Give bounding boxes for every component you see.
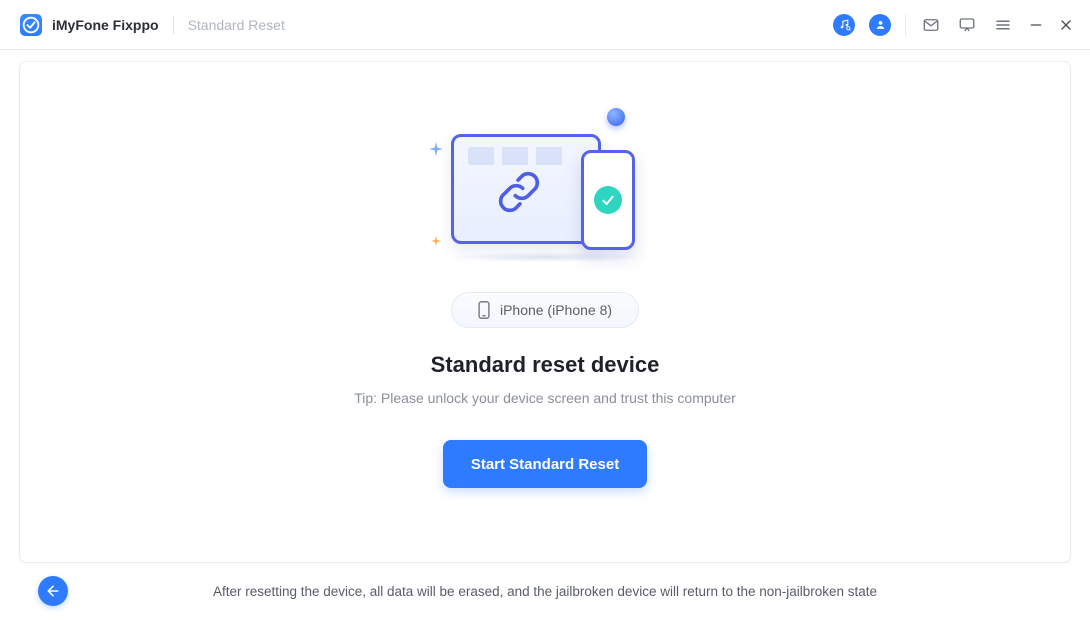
app-name: iMyFone Fixppo bbox=[52, 17, 159, 33]
sparkle-icon bbox=[429, 142, 443, 156]
mail-icon[interactable] bbox=[920, 14, 942, 36]
sparkle-icon bbox=[431, 236, 441, 246]
title-separator bbox=[173, 16, 174, 34]
titlebar: iMyFone Fixppo Standard Reset bbox=[0, 0, 1090, 50]
app-logo-icon bbox=[20, 14, 42, 36]
window-minimize-button[interactable] bbox=[1028, 17, 1044, 33]
window-close-button[interactable] bbox=[1058, 17, 1074, 33]
headline: Standard reset device bbox=[431, 352, 660, 378]
orb-icon bbox=[607, 108, 625, 126]
account-icon[interactable] bbox=[869, 14, 891, 36]
device-pill: iPhone (iPhone 8) bbox=[451, 292, 639, 328]
start-standard-reset-button[interactable]: Start Standard Reset bbox=[443, 440, 647, 488]
main-panel: iPhone (iPhone 8) Standard reset device … bbox=[20, 62, 1070, 562]
music-search-icon[interactable] bbox=[833, 14, 855, 36]
back-button[interactable] bbox=[38, 576, 68, 606]
title-actions-separator bbox=[905, 14, 906, 36]
tip-text: Tip: Please unlock your device screen an… bbox=[354, 390, 736, 406]
menu-icon[interactable] bbox=[992, 14, 1014, 36]
check-icon bbox=[594, 186, 622, 214]
phone-icon bbox=[478, 301, 490, 319]
page-subtitle: Standard Reset bbox=[188, 17, 285, 33]
footer-note: After resetting the device, all data wil… bbox=[68, 584, 1052, 599]
shadow bbox=[445, 252, 645, 262]
device-label: iPhone (iPhone 8) bbox=[500, 302, 612, 318]
connect-illustration bbox=[435, 114, 655, 264]
footer: After resetting the device, all data wil… bbox=[0, 562, 1090, 620]
phone-illustration bbox=[581, 150, 635, 250]
feedback-icon[interactable] bbox=[956, 14, 978, 36]
titlebar-actions bbox=[833, 14, 1074, 36]
link-icon bbox=[497, 170, 541, 214]
